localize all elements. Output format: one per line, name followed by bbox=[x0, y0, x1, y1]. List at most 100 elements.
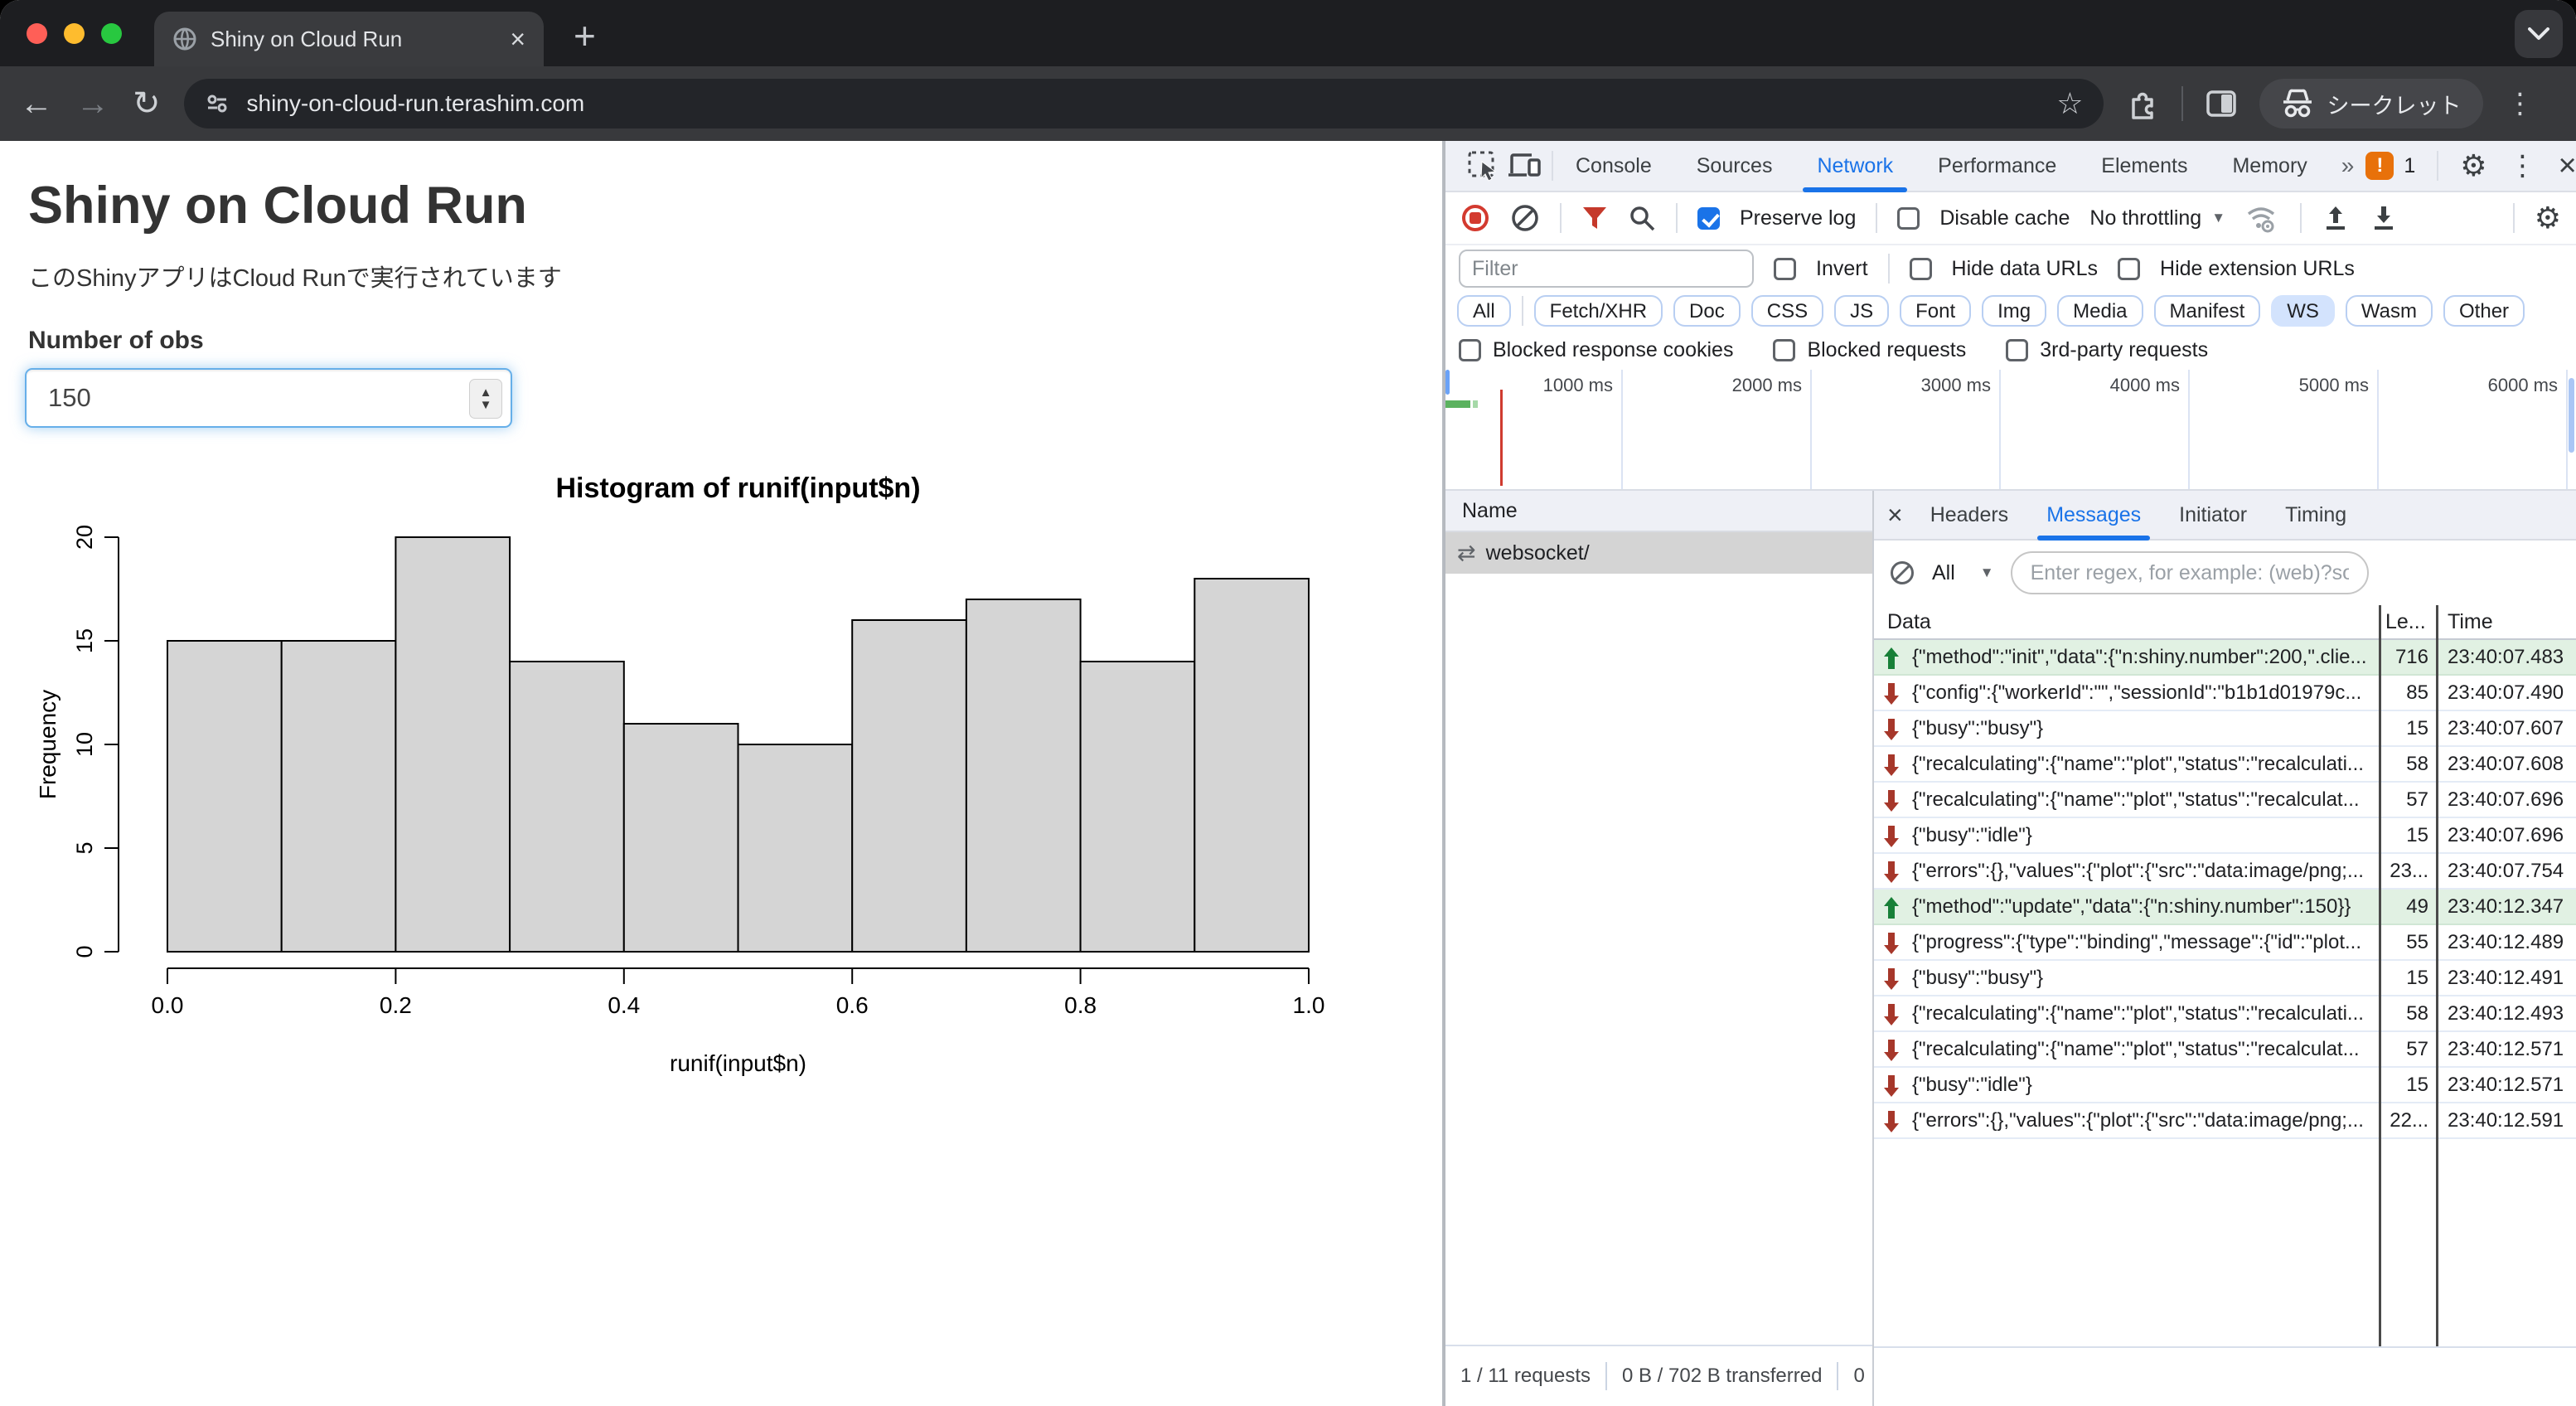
detail-tab-headers[interactable]: Headers bbox=[1911, 491, 2028, 539]
detail-tab-messages[interactable]: Messages bbox=[2027, 491, 2160, 541]
issues-indicator[interactable]: ! 1 bbox=[2365, 152, 2415, 180]
messages-grid-header[interactable]: Data Le... Time bbox=[1874, 605, 2576, 640]
blocked-requests-checkbox[interactable] bbox=[1773, 338, 1796, 361]
filter-chip-js[interactable]: JS bbox=[1834, 295, 1890, 327]
message-row[interactable]: {"busy":"idle"} 15 23:40:12.571 bbox=[1874, 1068, 2576, 1103]
filter-chip-img[interactable]: Img bbox=[1982, 295, 2047, 327]
message-row[interactable]: {"busy":"busy"} 15 23:40:07.607 bbox=[1874, 711, 2576, 747]
url-bar[interactable]: shiny-on-cloud-run.terashim.com ☆ bbox=[183, 79, 2104, 128]
devtools-close-icon[interactable]: × bbox=[2559, 150, 2576, 182]
devtools-tab-console[interactable]: Console bbox=[1553, 141, 1674, 191]
message-row[interactable]: {"method":"init","data":{"n:shiny.number… bbox=[1874, 640, 2576, 676]
devtools-settings-gear-icon[interactable]: ⚙ bbox=[2460, 151, 2486, 181]
side-panel-icon[interactable] bbox=[2206, 90, 2236, 117]
message-type-dropdown[interactable]: All ▼ bbox=[1932, 561, 1994, 585]
disable-cache-checkbox[interactable] bbox=[1897, 206, 1920, 230]
devtools-tab-sources[interactable]: Sources bbox=[1674, 141, 1795, 191]
devtools-tab-elements[interactable]: Elements bbox=[2079, 141, 2210, 191]
timeline-scrollbar[interactable] bbox=[2569, 378, 2574, 453]
back-icon[interactable]: ← bbox=[20, 87, 53, 120]
preserve-log-label[interactable]: Preserve log bbox=[1740, 206, 1856, 230]
incognito-profile-chip[interactable]: シークレット bbox=[2259, 79, 2483, 128]
message-row[interactable]: {"method":"update","data":{"n:shiny.numb… bbox=[1874, 890, 2576, 925]
invert-label[interactable]: Invert bbox=[1816, 257, 1868, 281]
devtools-menu-kebab-icon[interactable]: ⋮ bbox=[2509, 149, 2537, 182]
length-column-header[interactable]: Le... bbox=[2385, 605, 2426, 638]
message-row[interactable]: {"recalculating":{"name":"plot","status"… bbox=[1874, 996, 2576, 1032]
number-stepper[interactable]: ▲ ▼ bbox=[469, 379, 502, 419]
browser-tab[interactable]: Shiny on Cloud Run × bbox=[154, 12, 544, 66]
extensions-icon[interactable] bbox=[2127, 88, 2158, 119]
filter-chip-doc[interactable]: Doc bbox=[1673, 295, 1741, 327]
hide-data-urls-checkbox[interactable] bbox=[1909, 257, 1932, 280]
throttling-dropdown[interactable]: No throttling ▼ bbox=[2089, 206, 2225, 230]
detail-tab-initiator[interactable]: Initiator bbox=[2160, 491, 2266, 539]
message-regex-input[interactable] bbox=[2010, 551, 2369, 594]
hide-extension-urls-checkbox[interactable] bbox=[2118, 257, 2141, 280]
column-divider[interactable] bbox=[2379, 605, 2381, 1346]
data-column-header[interactable]: Data bbox=[1887, 605, 1931, 638]
site-settings-icon[interactable] bbox=[204, 90, 230, 117]
time-column-header[interactable]: Time bbox=[2448, 605, 2493, 638]
reload-icon[interactable]: ↻ bbox=[133, 87, 161, 120]
filter-chip-other[interactable]: Other bbox=[2443, 295, 2525, 327]
third-party-requests-checkbox[interactable] bbox=[2006, 338, 2029, 361]
device-toolbar-icon[interactable] bbox=[1508, 152, 1542, 180]
filter-chip-all[interactable]: All bbox=[1457, 295, 1511, 327]
detail-tab-timing[interactable]: Timing bbox=[2266, 491, 2365, 539]
third-party-requests-label[interactable]: 3rd-party requests bbox=[2040, 338, 2208, 362]
network-settings-gear-icon[interactable]: ⚙ bbox=[2535, 203, 2561, 233]
devtools-tab-network[interactable]: Network bbox=[1794, 141, 1915, 192]
filter-chip-fetchxhr[interactable]: Fetch/XHR bbox=[1533, 295, 1663, 327]
close-window-button[interactable] bbox=[27, 23, 47, 44]
blocked-response-cookies-checkbox[interactable] bbox=[1459, 338, 1481, 361]
message-row[interactable]: {"recalculating":{"name":"plot","status"… bbox=[1874, 747, 2576, 783]
clear-network-log-icon[interactable] bbox=[1510, 203, 1540, 233]
message-row[interactable]: {"busy":"busy"} 15 23:40:12.491 bbox=[1874, 961, 2576, 996]
blocked-requests-label[interactable]: Blocked requests bbox=[1807, 338, 1966, 362]
bookmark-star-icon[interactable]: ☆ bbox=[2056, 87, 2083, 120]
search-icon[interactable] bbox=[1628, 204, 1656, 232]
export-har-icon[interactable] bbox=[2370, 203, 2398, 233]
column-divider[interactable] bbox=[2436, 605, 2438, 1346]
url-text[interactable]: shiny-on-cloud-run.terashim.com bbox=[247, 90, 2041, 117]
invert-checkbox[interactable] bbox=[1774, 257, 1796, 280]
message-row[interactable]: {"busy":"idle"} 15 23:40:07.696 bbox=[1874, 818, 2576, 854]
devtools-tab-memory[interactable]: Memory bbox=[2210, 141, 2329, 191]
filter-chip-media[interactable]: Media bbox=[2057, 295, 2143, 327]
network-conditions-icon[interactable] bbox=[2245, 203, 2280, 233]
inspect-element-icon[interactable] bbox=[1467, 150, 1499, 182]
devtools-tab-performance[interactable]: Performance bbox=[1915, 141, 2079, 191]
clear-messages-icon[interactable] bbox=[1889, 560, 1915, 586]
websocket-request-row[interactable]: ⇄ websocket/ bbox=[1445, 532, 1872, 574]
name-column-header[interactable]: Name bbox=[1445, 491, 1872, 532]
forward-icon[interactable]: → bbox=[76, 87, 109, 120]
zoom-window-button[interactable] bbox=[101, 23, 122, 44]
message-row[interactable]: {"progress":{"type":"binding","message":… bbox=[1874, 925, 2576, 961]
blocked-response-cookies-label[interactable]: Blocked response cookies bbox=[1493, 338, 1733, 362]
browser-menu-kebab-icon[interactable]: ⋮ bbox=[2506, 87, 2535, 120]
hide-data-urls-label[interactable]: Hide data URLs bbox=[1952, 257, 2098, 281]
tab-search-button[interactable] bbox=[2515, 10, 2563, 58]
filter-chip-font[interactable]: Font bbox=[1900, 295, 1972, 327]
message-row[interactable]: {"errors":{},"values":{"plot":{"src":"da… bbox=[1874, 854, 2576, 890]
message-row[interactable]: {"recalculating":{"name":"plot","status"… bbox=[1874, 1032, 2576, 1068]
tab-close-icon[interactable]: × bbox=[510, 26, 525, 52]
network-overview-timeline[interactable]: 1000 ms 2000 ms 3000 ms 4000 ms 5000 ms 6000 … bbox=[1445, 370, 2576, 491]
filter-funnel-icon[interactable] bbox=[1581, 206, 1608, 230]
record-network-log-icon[interactable] bbox=[1460, 203, 1490, 233]
minimize-window-button[interactable] bbox=[64, 23, 85, 44]
message-row[interactable]: {"errors":{},"values":{"plot":{"src":"da… bbox=[1874, 1103, 2576, 1139]
hide-extension-urls-label[interactable]: Hide extension URLs bbox=[2160, 257, 2355, 281]
filter-chip-css[interactable]: CSS bbox=[1750, 295, 1824, 327]
new-tab-button[interactable]: + bbox=[574, 13, 596, 58]
disable-cache-label[interactable]: Disable cache bbox=[1939, 206, 2070, 230]
close-detail-icon[interactable]: × bbox=[1887, 500, 1903, 531]
message-row[interactable]: {"recalculating":{"name":"plot","status"… bbox=[1874, 783, 2576, 818]
preserve-log-checkbox[interactable] bbox=[1697, 206, 1720, 230]
filter-chip-wasm[interactable]: Wasm bbox=[2345, 295, 2433, 327]
import-har-icon[interactable] bbox=[2322, 203, 2350, 233]
message-row[interactable]: {"config":{"workerId":"","sessionId":"b1… bbox=[1874, 676, 2576, 711]
filter-chip-manifest[interactable]: Manifest bbox=[2153, 295, 2261, 327]
number-of-obs-input[interactable] bbox=[25, 368, 512, 428]
